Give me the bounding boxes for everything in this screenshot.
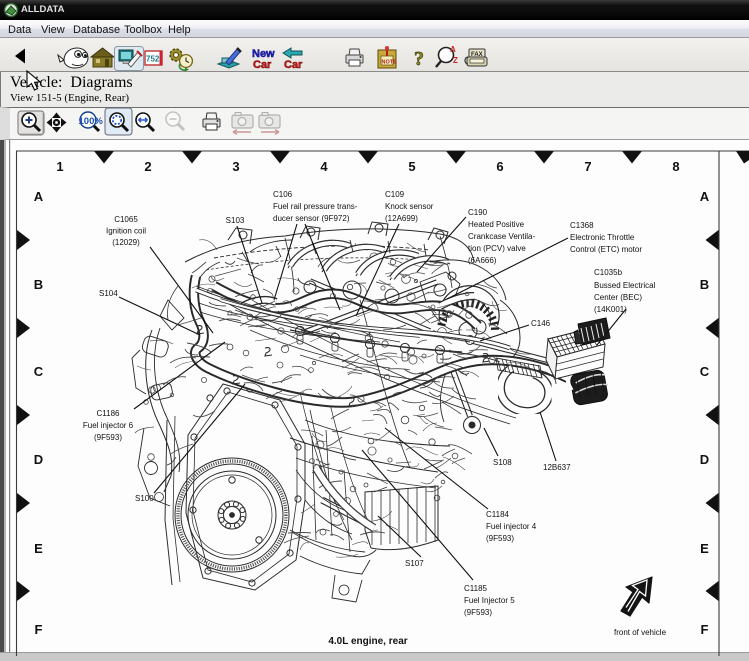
- svg-text:front of vehicle: front of vehicle: [614, 628, 667, 637]
- svg-text:8: 8: [672, 159, 679, 174]
- svg-text:Fuel Injector 5: Fuel Injector 5: [464, 596, 515, 605]
- svg-text:Knock sensor: Knock sensor: [385, 202, 434, 211]
- svg-text:D: D: [34, 452, 43, 467]
- svg-text:NOTE: NOTE: [382, 60, 398, 66]
- svg-text:F: F: [701, 622, 709, 637]
- svg-text:1: 1: [56, 159, 63, 174]
- svg-text:(12029): (12029): [112, 238, 140, 247]
- svg-text:S104: S104: [99, 289, 118, 298]
- svg-text:5: 5: [408, 159, 415, 174]
- svg-text:C1065: C1065: [114, 215, 138, 224]
- svg-text:E: E: [34, 541, 43, 556]
- svg-text:Z: Z: [453, 56, 458, 65]
- svg-text:Control (ETC) motor: Control (ETC) motor: [570, 245, 642, 254]
- svg-text:Center (BEC): Center (BEC): [594, 293, 642, 302]
- svg-text:B: B: [34, 277, 43, 292]
- svg-text:100%: 100%: [79, 116, 104, 127]
- svg-text:C1184: C1184: [486, 510, 510, 519]
- svg-text:B: B: [700, 277, 709, 292]
- svg-text:S100: S100: [135, 494, 154, 503]
- svg-text:C1368: C1368: [570, 221, 594, 230]
- svg-text:(9F593): (9F593): [486, 534, 514, 543]
- svg-text:7: 7: [584, 159, 591, 174]
- svg-text:C1185: C1185: [464, 584, 488, 593]
- svg-text:(12A699): (12A699): [385, 214, 418, 223]
- svg-text:6: 6: [496, 159, 503, 174]
- svg-text:4: 4: [320, 159, 328, 174]
- svg-text:(9F593): (9F593): [464, 608, 492, 617]
- svg-text:C: C: [34, 364, 44, 379]
- svg-text:E: E: [700, 541, 709, 556]
- svg-text:2: 2: [144, 159, 151, 174]
- svg-text:C190: C190: [468, 208, 488, 217]
- svg-text:Ignition coil: Ignition coil: [106, 227, 146, 236]
- svg-text:C: C: [700, 364, 710, 379]
- svg-text:Bussed Electrical: Bussed Electrical: [594, 281, 656, 290]
- svg-text:C1186: C1186: [97, 409, 121, 418]
- svg-text:Car: Car: [284, 59, 303, 71]
- svg-text:(9F593): (9F593): [94, 433, 122, 442]
- svg-text:752: 752: [146, 55, 160, 64]
- svg-text:Fuel rail pressure trans-: Fuel rail pressure trans-: [273, 202, 358, 211]
- svg-text:(14K001): (14K001): [594, 305, 627, 314]
- svg-text:Heated Positive: Heated Positive: [468, 220, 525, 229]
- svg-text:?: ?: [414, 48, 424, 70]
- svg-text:Fuel injector 6: Fuel injector 6: [83, 421, 134, 430]
- svg-text:ducer sensor (9F972): ducer sensor (9F972): [273, 214, 350, 223]
- svg-text:tion (PCV) valve: tion (PCV) valve: [468, 244, 526, 253]
- svg-text:S108: S108: [493, 458, 512, 467]
- svg-text:F: F: [35, 622, 43, 637]
- svg-text:S107: S107: [405, 559, 424, 568]
- svg-text:C109: C109: [385, 190, 405, 199]
- svg-text:C106: C106: [273, 190, 293, 199]
- svg-text:A: A: [450, 45, 456, 54]
- svg-text:3: 3: [232, 159, 239, 174]
- svg-text:4.0L engine, rear: 4.0L engine, rear: [328, 636, 407, 647]
- svg-text:S103: S103: [226, 216, 245, 225]
- svg-text:Electronic Throttle: Electronic Throttle: [570, 233, 635, 242]
- svg-text:A: A: [700, 189, 710, 204]
- svg-text:Crankcase Ventila-: Crankcase Ventila-: [468, 232, 535, 241]
- svg-text:C1035b: C1035b: [594, 268, 623, 277]
- svg-text:(6A666): (6A666): [468, 256, 497, 265]
- svg-text:C146: C146: [531, 319, 551, 328]
- svg-text:Fuel injector 4: Fuel injector 4: [486, 522, 537, 531]
- svg-text:A: A: [34, 189, 44, 204]
- svg-text:Car: Car: [253, 59, 272, 71]
- svg-text:D: D: [700, 452, 709, 467]
- svg-text:12B637: 12B637: [543, 463, 571, 472]
